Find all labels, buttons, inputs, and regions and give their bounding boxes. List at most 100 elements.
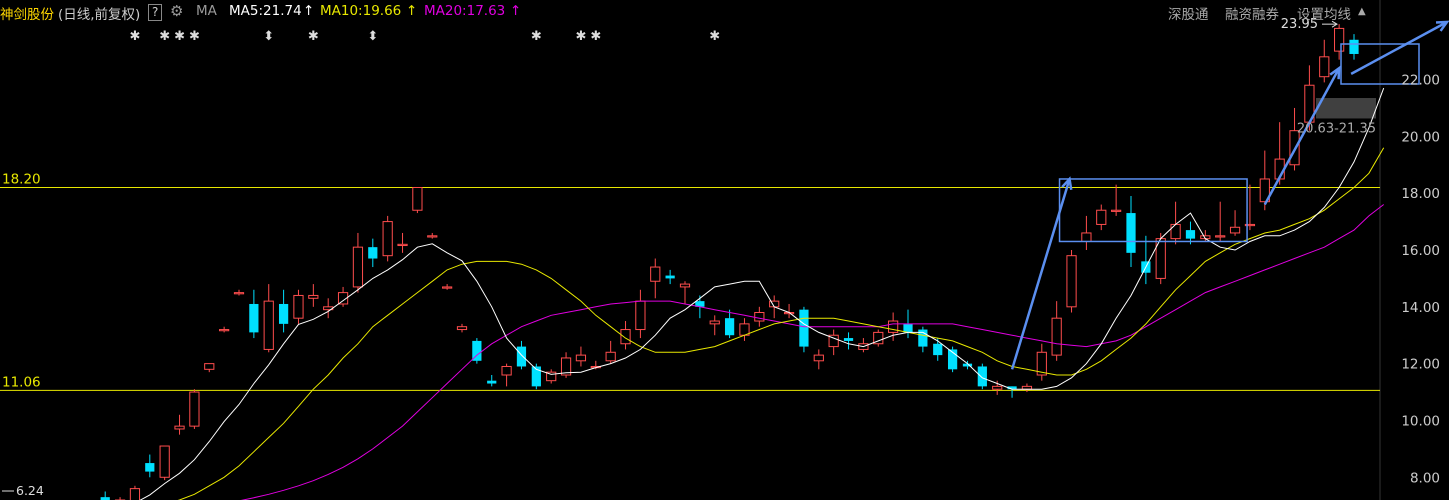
star-marker-icon: ✱ — [590, 29, 601, 44]
candle-body-down — [278, 303, 289, 324]
candle-body-up — [605, 351, 616, 362]
candle-body-up — [1319, 56, 1330, 78]
candle-body-up — [293, 294, 304, 319]
split-marker-icon: ⬍ — [263, 29, 274, 44]
candle-body-up — [888, 320, 899, 333]
chevron-up-icon[interactable]: ▲ — [1358, 6, 1366, 17]
candle-body-up — [679, 283, 691, 288]
candle-body-down — [1185, 230, 1196, 239]
candle-body-up — [1066, 255, 1077, 308]
candle-body-up — [813, 354, 824, 362]
candle-body-up — [1051, 317, 1062, 356]
gear-icon[interactable]: ⚙ — [170, 2, 183, 20]
ma10-value: MA10:19.66 — [320, 3, 402, 19]
candle-body-up — [308, 294, 319, 299]
candle-body-down — [1126, 213, 1136, 253]
chart-toolbar: 神剑股份 (日线,前复权) ? ⚙ MA MA5:21.74 ↑ MA10:19… — [0, 0, 1449, 24]
period-info[interactable]: (日线,前复权) — [58, 3, 140, 23]
candle-body-up — [204, 363, 215, 370]
candle-body-up — [501, 365, 512, 376]
ma-settings-button[interactable]: 设置均线 — [1297, 3, 1351, 23]
trend-arrow-3 — [1350, 20, 1448, 75]
candle-body-down — [977, 366, 987, 387]
y-tick-label: 22.00 — [1401, 73, 1440, 89]
y-axis: 8.00 10.00 12.00 14.00 16.00 18.00 20.00 22.00 — [1401, 73, 1440, 487]
candle-body-down — [665, 275, 675, 279]
candle-body-down — [516, 346, 527, 367]
y-tick-label: 14.00 — [1401, 300, 1440, 316]
y-tick-label: 8.00 — [1410, 470, 1440, 486]
candle-body-up — [174, 425, 185, 430]
candle-body-up — [189, 391, 200, 427]
range-band-rect — [1316, 98, 1376, 119]
candle-body-up — [650, 266, 661, 282]
ma20-line — [240, 204, 1385, 500]
candle-body-up — [233, 292, 245, 295]
star-marker-icon: ✱ — [531, 29, 542, 44]
candle-body-up — [754, 312, 765, 322]
ma5-line — [139, 87, 1385, 500]
candle-body-down — [933, 343, 943, 356]
candle-body-up — [442, 286, 453, 289]
star-marker-icon: ✱ — [159, 29, 170, 44]
candle-body-down — [799, 309, 809, 347]
candle-body-up — [456, 326, 468, 331]
help-button[interactable]: ? — [148, 4, 163, 21]
candle-body-up — [397, 243, 408, 247]
ma-settings-label[interactable]: MA — [196, 3, 217, 19]
y-tick-label: 20.00 — [1401, 129, 1440, 145]
stock-name[interactable]: 神剑股份 — [0, 3, 54, 23]
candle-body-up — [1111, 209, 1122, 212]
candle-body-up — [382, 221, 393, 257]
candle-body-up — [1081, 232, 1092, 242]
ma10-arrow-icon: ↑ — [406, 3, 418, 19]
star-marker-icon: ✱ — [129, 29, 140, 44]
chart-labels: 11.0618.2023.956.2420.63-21.35 — [2, 17, 1376, 498]
candle-body-up — [709, 320, 720, 325]
event-markers: ✱ ✱ ✱ ✱ ✱ ✱ ✱ ✱ ✱ ⬍ ⬍ — [129, 29, 720, 44]
kline-chart: ✱ ✱ ✱ ✱ ✱ ✱ ✱ ✱ ✱ ⬍ ⬍ 8.00 10.00 12.00 14.00 16.00 18.0… — [0, 0, 1449, 500]
support-line-label: 11.06 — [2, 374, 41, 390]
candle-body-down — [368, 247, 378, 259]
consolidation-box — [1058, 178, 1248, 243]
low-price-label: 6.24 — [16, 483, 44, 498]
candle-body-down — [249, 303, 259, 333]
candle-body-down — [1349, 39, 1359, 54]
candle-body-up — [992, 385, 1003, 390]
candle-body-up — [635, 300, 646, 331]
ma10-line — [177, 147, 1385, 500]
candle-body-up — [263, 300, 274, 350]
y-tick-label: 18.00 — [1401, 186, 1440, 202]
candle-body-down — [487, 380, 497, 384]
candle-body-up — [1096, 209, 1107, 225]
star-marker-icon: ✱ — [308, 29, 319, 44]
candle-body-down — [145, 463, 155, 472]
star-marker-icon: ✱ — [174, 29, 185, 44]
candle-body-up — [159, 445, 170, 478]
star-marker-icon: ✱ — [709, 29, 720, 44]
range-band — [1316, 98, 1376, 119]
ma20-arrow-icon: ↑ — [510, 3, 522, 19]
candle-body-down — [843, 338, 854, 341]
candle-body-down — [724, 318, 735, 336]
y-tick-label: 16.00 — [1401, 243, 1440, 259]
candle-body-up — [412, 187, 423, 211]
candle-body-up — [129, 488, 141, 500]
candles — [100, 24, 1359, 500]
shenguotong-button[interactable]: 深股通 — [1168, 3, 1209, 23]
candle-body-down — [903, 323, 913, 333]
candle-body-up — [219, 329, 230, 332]
ma5-value: MA5:21.74 — [229, 3, 302, 19]
horizontal-lines — [0, 187, 1380, 391]
candle-body-up — [1334, 27, 1345, 52]
annotations — [1010, 20, 1449, 370]
moving-averages — [139, 87, 1385, 500]
ma20-value: MA20:17.63 — [424, 3, 506, 19]
margin-trading-button[interactable]: 融资融券 — [1225, 3, 1279, 23]
ma5-arrow-icon: ↑ — [303, 3, 315, 19]
candle-body-up — [352, 246, 364, 288]
resistance-line-label: 18.20 — [2, 172, 41, 188]
y-tick-label: 12.00 — [1401, 357, 1440, 373]
range-label: 20.63-21.35 — [1297, 121, 1376, 136]
candle-body-up — [1170, 223, 1181, 240]
